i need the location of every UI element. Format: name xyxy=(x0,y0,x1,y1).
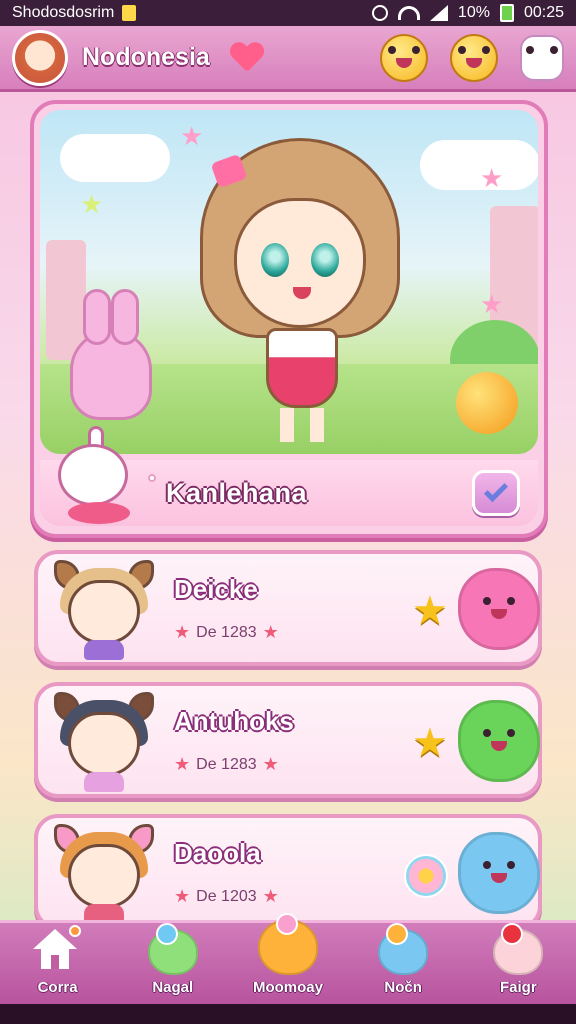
eye xyxy=(261,243,289,277)
ghost-face xyxy=(522,45,562,70)
pink-critter-icon xyxy=(493,923,544,975)
orange-ball-icon xyxy=(456,372,518,434)
carrier-text: Shodosdosrim xyxy=(12,4,115,21)
wifi-icon xyxy=(397,6,420,20)
nav-label: Nagal xyxy=(152,979,194,996)
nav-item-corra[interactable]: Corra xyxy=(3,925,113,996)
character-meta: ★ De 1283 ★ xyxy=(174,754,279,775)
status-bar: Shodosdosrim 10% 00:25 xyxy=(0,0,576,26)
blue-blob-icon[interactable] xyxy=(458,832,540,914)
star-icon: ★ xyxy=(412,588,448,634)
thumbnail-body xyxy=(84,772,124,792)
ghost-icon[interactable] xyxy=(520,34,564,81)
mouth xyxy=(293,287,311,299)
featured-character-card[interactable]: ★ ★ ★ ★ Kanlehana xyxy=(30,100,548,538)
avatar-icon[interactable] xyxy=(12,29,68,86)
bottom-nav: Corra Nagal Moomoay Nočn Faigr xyxy=(0,913,576,1004)
orange-critter-icon xyxy=(257,913,318,975)
thumbnail-body xyxy=(84,640,124,660)
meta-text: De 1203 xyxy=(196,887,257,905)
character-thumbnail xyxy=(54,560,154,660)
star-icon: ★ xyxy=(262,622,279,642)
green-blob-icon[interactable] xyxy=(458,700,540,782)
star-icon: ★ xyxy=(480,290,504,320)
character-name: Deicke xyxy=(174,574,258,604)
badge-dot xyxy=(386,923,409,945)
nav-item-faigr[interactable]: Faigr xyxy=(463,923,573,996)
pink-blob-icon[interactable] xyxy=(458,568,540,650)
character-card[interactable]: Deicke ★ De 1283 ★ ★ xyxy=(34,550,542,666)
thumbnail-face xyxy=(68,844,140,908)
star-icon: ★ xyxy=(480,164,504,194)
home-icon xyxy=(32,925,83,975)
character-meta: ★ De 1203 ★ xyxy=(174,886,279,907)
clock: 00:25 xyxy=(523,4,564,21)
app-title: Nodonesia xyxy=(82,43,210,71)
character-thumbnail xyxy=(54,824,154,924)
star-icon: ★ xyxy=(80,190,104,220)
alarm-icon xyxy=(371,5,388,21)
nav-label: Corra xyxy=(37,979,78,996)
yellow-chick-icon[interactable] xyxy=(450,33,498,82)
check-icon[interactable] xyxy=(472,470,520,516)
cloud xyxy=(60,134,170,182)
system-nav-bar xyxy=(0,1004,576,1024)
mini-pet-leaf xyxy=(68,502,130,524)
star-icon: ★ xyxy=(174,622,191,642)
pet-face xyxy=(479,597,519,621)
blob-face xyxy=(384,45,424,70)
pet-face xyxy=(479,729,519,753)
dot-icon xyxy=(148,474,156,482)
character-face xyxy=(234,198,366,328)
flower-icon xyxy=(404,854,448,898)
star-icon: ★ xyxy=(262,754,279,774)
star-icon: ★ xyxy=(174,886,191,906)
nav-item-nagal[interactable]: Nagal xyxy=(118,923,228,996)
green-critter-icon xyxy=(147,923,198,975)
character-scene: ★ ★ ★ ★ xyxy=(40,110,538,454)
app-header: Nodonesia xyxy=(0,26,576,92)
nav-label: Nočn xyxy=(384,979,422,996)
yellow-blob-icon[interactable] xyxy=(380,33,428,82)
sim-icon xyxy=(122,5,137,21)
battery-icon xyxy=(499,4,514,22)
star-icon: ★ xyxy=(174,754,191,774)
character-thumbnail xyxy=(54,692,154,792)
character-name: Antuhoks xyxy=(174,706,294,736)
chick-face xyxy=(454,45,494,70)
character-outfit xyxy=(266,328,338,408)
header-actions xyxy=(380,33,564,82)
star-icon: ★ xyxy=(262,886,279,906)
battery-percent: 10% xyxy=(457,4,490,21)
featured-character-name: Kanlehana xyxy=(166,477,308,508)
mini-pet-head xyxy=(58,444,128,506)
badge-dot xyxy=(501,923,524,945)
heart-icon[interactable] xyxy=(230,43,264,73)
eye xyxy=(311,243,339,277)
thumbnail-face xyxy=(68,712,140,776)
badge-dot xyxy=(155,923,178,945)
checkmark xyxy=(483,478,509,503)
pet-face xyxy=(479,861,519,885)
character-legs xyxy=(280,408,324,442)
blue-critter-icon xyxy=(378,923,429,975)
thumbnail-face xyxy=(68,580,140,644)
bunny-icon xyxy=(70,289,152,420)
mini-pet-icon xyxy=(38,426,134,526)
nav-label: Moomoay xyxy=(252,979,323,996)
signal-icon xyxy=(429,5,448,21)
character-card[interactable]: Antuhoks ★ De 1283 ★ ★ xyxy=(34,682,542,798)
nav-item-moomoay[interactable]: Moomoay xyxy=(233,913,343,996)
character-meta: ★ De 1283 ★ xyxy=(174,622,279,643)
badge-dot xyxy=(68,925,81,937)
star-icon: ★ xyxy=(412,720,448,766)
cloud xyxy=(420,140,538,190)
meta-text: De 1283 xyxy=(196,623,257,641)
badge-dot xyxy=(275,913,298,935)
nav-item-nocn[interactable]: Nočn xyxy=(348,923,458,996)
meta-text: De 1283 xyxy=(196,755,257,773)
character-portrait xyxy=(200,128,400,448)
character-name: Daoola xyxy=(174,838,261,868)
nav-label: Faigr xyxy=(500,979,537,996)
